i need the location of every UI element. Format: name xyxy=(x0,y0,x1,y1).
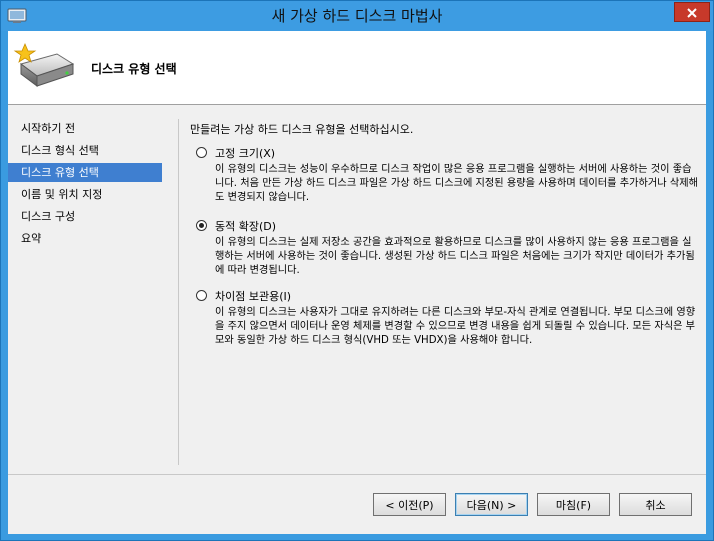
nav-step-choose-format[interactable]: 디스크 형식 선택 xyxy=(8,141,162,160)
previous-button[interactable]: < 이전(P) xyxy=(373,493,446,516)
page-title: 디스크 유형 선택 xyxy=(91,62,177,76)
differencing-radio[interactable] xyxy=(196,290,207,301)
vertical-divider xyxy=(178,119,179,465)
nav-step-before-you-begin[interactable]: 시작하기 전 xyxy=(8,119,162,138)
cancel-button[interactable]: 취소 xyxy=(619,493,692,516)
footer-divider xyxy=(8,474,706,475)
fixed-size-radio[interactable] xyxy=(196,147,207,158)
nav-step-configure-disk[interactable]: 디스크 구성 xyxy=(8,207,162,226)
fixed-size-description: 이 유형의 디스크는 성능이 우수하므로 디스크 작업이 많은 응용 프로그램을… xyxy=(215,164,698,203)
fixed-size-label[interactable]: 고정 크기(X) xyxy=(215,145,275,161)
wizard-header: 디스크 유형 선택 xyxy=(8,31,706,105)
title-bar[interactable]: 새 가상 하드 디스크 마법사 xyxy=(1,1,713,31)
close-icon xyxy=(686,3,698,22)
instruction-text: 만들려는 가상 하드 디스크 유형을 선택하십시오. xyxy=(190,123,414,136)
nav-step-name-location[interactable]: 이름 및 위치 지정 xyxy=(8,185,162,204)
differencing-label[interactable]: 차이점 보관용(I) xyxy=(215,288,291,304)
next-button[interactable]: 다음(N) > xyxy=(455,493,528,516)
wizard-window: 새 가상 하드 디스크 마법사 디스크 유형 선택 시작하기 전 디스크 형식 … xyxy=(0,0,714,541)
hard-disk-star-icon xyxy=(11,42,75,92)
dynamically-expanding-label[interactable]: 동적 확장(D) xyxy=(215,218,276,234)
dynamically-expanding-radio[interactable] xyxy=(196,220,207,231)
finish-button[interactable]: 마침(F) xyxy=(537,493,610,516)
nav-step-summary[interactable]: 요약 xyxy=(8,229,162,248)
close-button[interactable] xyxy=(674,2,710,22)
nav-step-choose-type[interactable]: 디스크 유형 선택 xyxy=(8,163,162,182)
differencing-description: 이 유형의 디스크는 사용자가 그대로 유지하려는 다른 디스크와 부모-자식 … xyxy=(215,307,696,346)
wizard-client-area: 디스크 유형 선택 시작하기 전 디스크 형식 선택 디스크 유형 선택 이름 … xyxy=(8,31,706,534)
wizard-steps-nav: 시작하기 전 디스크 형식 선택 디스크 유형 선택 이름 및 위치 지정 디스… xyxy=(8,105,178,465)
window-title: 새 가상 하드 디스크 마법사 xyxy=(271,7,443,25)
dynamically-expanding-description: 이 유형의 디스크는 실제 저장소 공간을 효과적으로 활용하므로 디스크를 많… xyxy=(215,237,695,276)
